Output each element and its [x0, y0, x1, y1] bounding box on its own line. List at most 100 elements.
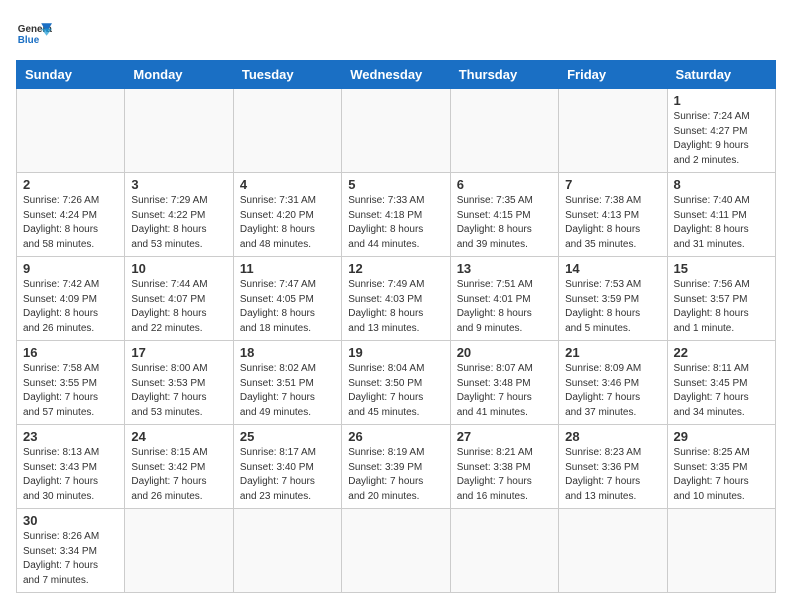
calendar-cell — [125, 509, 233, 593]
day-info: Sunrise: 7:31 AMSunset: 4:20 PMDaylight:… — [240, 194, 335, 252]
calendar-cell: 1 Sunrise: 7:24 AMSunset: 4:27 PMDaylight… — [667, 89, 775, 173]
calendar-cell: 26 Sunrise: 8:19 AMSunset: 3:39 PMDayligh… — [342, 425, 450, 509]
calendar-week-row: 23 Sunrise: 8:13 AMSunset: 3:43 PMDayligh… — [17, 425, 776, 509]
day-number: 30 — [23, 513, 118, 528]
day-number: 27 — [457, 429, 552, 444]
calendar-cell — [450, 509, 558, 593]
day-info: Sunrise: 7:40 AMSunset: 4:11 PMDaylight:… — [674, 194, 769, 252]
day-info: Sunrise: 7:24 AMSunset: 4:27 PMDaylight:… — [674, 110, 769, 168]
day-info: Sunrise: 7:51 AMSunset: 4:01 PMDaylight:… — [457, 278, 552, 336]
calendar-cell: 19 Sunrise: 8:04 AMSunset: 3:50 PMDayligh… — [342, 341, 450, 425]
calendar-cell: 3Sunrise: 7:29 AMSunset: 4:22 PMDaylight… — [125, 173, 233, 257]
calendar-week-row: 16 Sunrise: 7:58 AMSunset: 3:55 PMDayligh… — [17, 341, 776, 425]
day-info: Sunrise: 7:49 AMSunset: 4:03 PMDaylight:… — [348, 278, 443, 336]
calendar-cell: 28Sunrise: 8:23 AMSunset: 3:36 PMDayligh… — [559, 425, 667, 509]
day-number: 5 — [348, 177, 443, 192]
calendar-cell: 27 Sunrise: 8:21 AMSunset: 3:38 PMDayligh… — [450, 425, 558, 509]
calendar-cell — [559, 89, 667, 173]
calendar-week-row: 1 Sunrise: 7:24 AMSunset: 4:27 PMDaylight… — [17, 89, 776, 173]
day-number: 22 — [674, 345, 769, 360]
calendar-cell: 23 Sunrise: 8:13 AMSunset: 3:43 PMDayligh… — [17, 425, 125, 509]
day-number: 11 — [240, 261, 335, 276]
day-number: 16 — [23, 345, 118, 360]
weekday-header: Sunday — [17, 61, 125, 89]
calendar-cell: 29Sunrise: 8:25 AMSunset: 3:35 PMDayligh… — [667, 425, 775, 509]
day-info: Sunrise: 8:09 AMSunset: 3:46 PMDaylight:… — [565, 362, 660, 420]
header-section: General Blue — [16, 16, 776, 52]
day-info: Sunrise: 7:53 AMSunset: 3:59 PMDaylight:… — [565, 278, 660, 336]
day-number: 24 — [131, 429, 226, 444]
calendar-cell — [342, 509, 450, 593]
calendar-cell — [667, 509, 775, 593]
day-number: 19 — [348, 345, 443, 360]
day-info: Sunrise: 8:26 AMSunset: 3:34 PMDaylight:… — [23, 530, 118, 588]
day-info: Sunrise: 7:44 AMSunset: 4:07 PMDaylight:… — [131, 278, 226, 336]
day-info: Sunrise: 7:33 AMSunset: 4:18 PMDaylight:… — [348, 194, 443, 252]
calendar-cell — [342, 89, 450, 173]
day-info: Sunrise: 7:47 AMSunset: 4:05 PMDaylight:… — [240, 278, 335, 336]
calendar-week-row: 2Sunrise: 7:26 AMSunset: 4:24 PMDaylight… — [17, 173, 776, 257]
day-number: 26 — [348, 429, 443, 444]
calendar-cell: 14 Sunrise: 7:53 AMSunset: 3:59 PMDayligh… — [559, 257, 667, 341]
day-number: 12 — [348, 261, 443, 276]
calendar-cell — [125, 89, 233, 173]
day-number: 18 — [240, 345, 335, 360]
day-number: 14 — [565, 261, 660, 276]
day-info: Sunrise: 8:02 AMSunset: 3:51 PMDaylight:… — [240, 362, 335, 420]
calendar-cell — [559, 509, 667, 593]
calendar-cell — [233, 89, 341, 173]
calendar-week-row: 9Sunrise: 7:42 AMSunset: 4:09 PMDaylight… — [17, 257, 776, 341]
day-number: 6 — [457, 177, 552, 192]
logo-svg: General Blue — [16, 16, 52, 52]
day-info: Sunrise: 8:15 AMSunset: 3:42 PMDaylight:… — [131, 446, 226, 504]
day-info: Sunrise: 8:23 AMSunset: 3:36 PMDaylight:… — [565, 446, 660, 504]
day-info: Sunrise: 8:19 AMSunset: 3:39 PMDaylight:… — [348, 446, 443, 504]
day-number: 7 — [565, 177, 660, 192]
day-info: Sunrise: 7:56 AMSunset: 3:57 PMDaylight:… — [674, 278, 769, 336]
day-number: 25 — [240, 429, 335, 444]
calendar-cell: 11 Sunrise: 7:47 AMSunset: 4:05 PMDayligh… — [233, 257, 341, 341]
day-info: Sunrise: 7:26 AMSunset: 4:24 PMDaylight:… — [23, 194, 118, 252]
weekday-header: Monday — [125, 61, 233, 89]
weekday-header: Saturday — [667, 61, 775, 89]
logo: General Blue — [16, 16, 52, 52]
calendar-cell: 4Sunrise: 7:31 AMSunset: 4:20 PMDaylight… — [233, 173, 341, 257]
day-number: 15 — [674, 261, 769, 276]
day-number: 8 — [674, 177, 769, 192]
day-number: 23 — [23, 429, 118, 444]
day-number: 17 — [131, 345, 226, 360]
calendar-header-row: SundayMondayTuesdayWednesdayThursdayFrid… — [17, 61, 776, 89]
calendar-cell: 15 Sunrise: 7:56 AMSunset: 3:57 PMDayligh… — [667, 257, 775, 341]
day-info: Sunrise: 8:07 AMSunset: 3:48 PMDaylight:… — [457, 362, 552, 420]
calendar-cell — [450, 89, 558, 173]
day-number: 9 — [23, 261, 118, 276]
weekday-header: Friday — [559, 61, 667, 89]
weekday-header: Tuesday — [233, 61, 341, 89]
day-info: Sunrise: 8:13 AMSunset: 3:43 PMDaylight:… — [23, 446, 118, 504]
day-number: 20 — [457, 345, 552, 360]
calendar-cell — [233, 509, 341, 593]
day-info: Sunrise: 8:17 AMSunset: 3:40 PMDaylight:… — [240, 446, 335, 504]
calendar-cell: 6 Sunrise: 7:35 AMSunset: 4:15 PMDaylight… — [450, 173, 558, 257]
calendar-table: SundayMondayTuesdayWednesdayThursdayFrid… — [16, 60, 776, 593]
weekday-header: Wednesday — [342, 61, 450, 89]
calendar-cell: 17 Sunrise: 8:00 AMSunset: 3:53 PMDayligh… — [125, 341, 233, 425]
day-info: Sunrise: 8:00 AMSunset: 3:53 PMDaylight:… — [131, 362, 226, 420]
calendar-cell: 13 Sunrise: 7:51 AMSunset: 4:01 PMDayligh… — [450, 257, 558, 341]
day-info: Sunrise: 8:11 AMSunset: 3:45 PMDaylight:… — [674, 362, 769, 420]
day-number: 13 — [457, 261, 552, 276]
calendar-week-row: 30 Sunrise: 8:26 AMSunset: 3:34 PMDayligh… — [17, 509, 776, 593]
weekday-header: Thursday — [450, 61, 558, 89]
calendar-cell: 30 Sunrise: 8:26 AMSunset: 3:34 PMDayligh… — [17, 509, 125, 593]
day-info: Sunrise: 7:35 AMSunset: 4:15 PMDaylight:… — [457, 194, 552, 252]
day-number: 1 — [674, 93, 769, 108]
calendar-cell: 21Sunrise: 8:09 AMSunset: 3:46 PMDayligh… — [559, 341, 667, 425]
calendar-cell: 9Sunrise: 7:42 AMSunset: 4:09 PMDaylight… — [17, 257, 125, 341]
day-info: Sunrise: 7:58 AMSunset: 3:55 PMDaylight:… — [23, 362, 118, 420]
calendar-cell: 8 Sunrise: 7:40 AMSunset: 4:11 PMDaylight… — [667, 173, 775, 257]
calendar-cell: 10 Sunrise: 7:44 AMSunset: 4:07 PMDayligh… — [125, 257, 233, 341]
calendar-cell: 16 Sunrise: 7:58 AMSunset: 3:55 PMDayligh… — [17, 341, 125, 425]
day-info: Sunrise: 8:04 AMSunset: 3:50 PMDaylight:… — [348, 362, 443, 420]
day-info: Sunrise: 8:21 AMSunset: 3:38 PMDaylight:… — [457, 446, 552, 504]
day-number: 10 — [131, 261, 226, 276]
